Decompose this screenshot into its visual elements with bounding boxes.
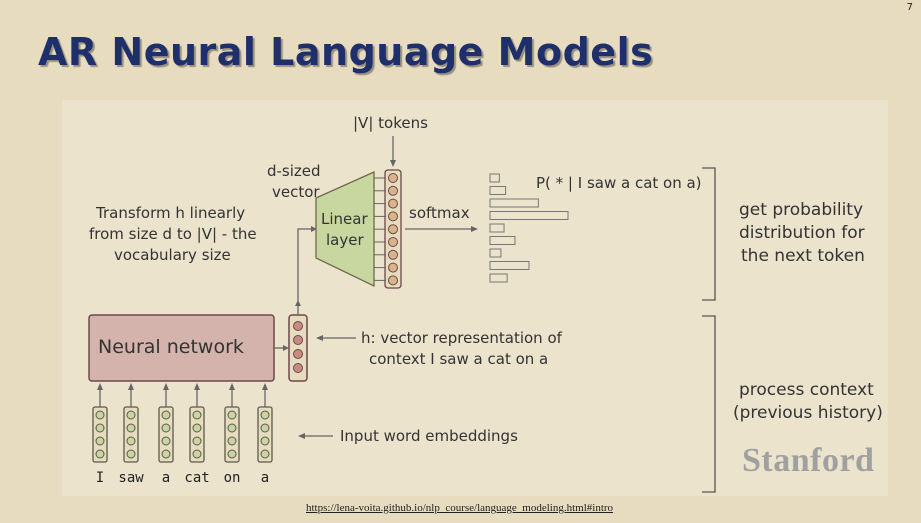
probability-bar [489,273,508,283]
d-sized-label: d-sized [267,162,321,180]
brace-top [702,167,716,301]
probability-bar [489,198,539,208]
transform-line2: from size d to |V| - the [89,225,257,243]
linear-layer-label2: layer [326,231,364,249]
slide: 7 AR Neural Language Models |V| tokens d… [0,0,921,523]
softmax-label: softmax [409,204,470,222]
embedding-column [123,383,139,463]
probability-bar [489,236,516,245]
linear-layer-label1: Linear [321,210,368,228]
probability-bar [489,261,530,270]
input-word: a [161,470,171,486]
embedding-column [189,383,205,463]
embedding-columns [92,383,273,463]
process-context-line1: process context [739,380,874,400]
embedding-column [92,383,108,463]
h-description-line2: context I saw a cat on a [369,350,549,368]
embedding-column [158,383,174,463]
process-context-line2: (previous history) [733,403,883,423]
probability-bar [489,173,500,183]
transform-line1: Transform h linearly [96,204,246,222]
h-description-line1: h: vector representation of [361,329,562,347]
probability-bar [489,186,507,195]
output-vector [374,169,402,289]
probability-bar [489,248,502,258]
embeddings-label: Input word embeddings [340,427,518,445]
probability-bar [489,223,505,233]
stanford-logo: Stanford [742,442,875,479]
source-link[interactable]: https://lena-voita.github.io/nlp_course/… [306,502,613,514]
get-prob-line3: the next token [741,246,865,266]
input-word: saw [118,470,144,486]
neural-network-label: Neural network [98,336,244,358]
input-word: cat [184,470,210,486]
input-word: on [223,470,241,486]
linear-layer [315,170,375,288]
transform-line3: vocabulary size [114,246,231,264]
probability-label: P( * | I saw a cat on a) [536,174,702,192]
input-word: a [260,470,270,486]
probability-bar [489,211,569,220]
brace-bottom [702,315,716,493]
input-word: I [95,470,105,486]
embedding-column [224,383,240,463]
get-prob-line1: get probability [739,200,864,220]
embedding-column [257,383,273,463]
vector-label: vector [272,183,320,201]
vocab-tokens-label: |V| tokens [353,114,428,132]
get-prob-line2: distribution for [739,223,865,243]
